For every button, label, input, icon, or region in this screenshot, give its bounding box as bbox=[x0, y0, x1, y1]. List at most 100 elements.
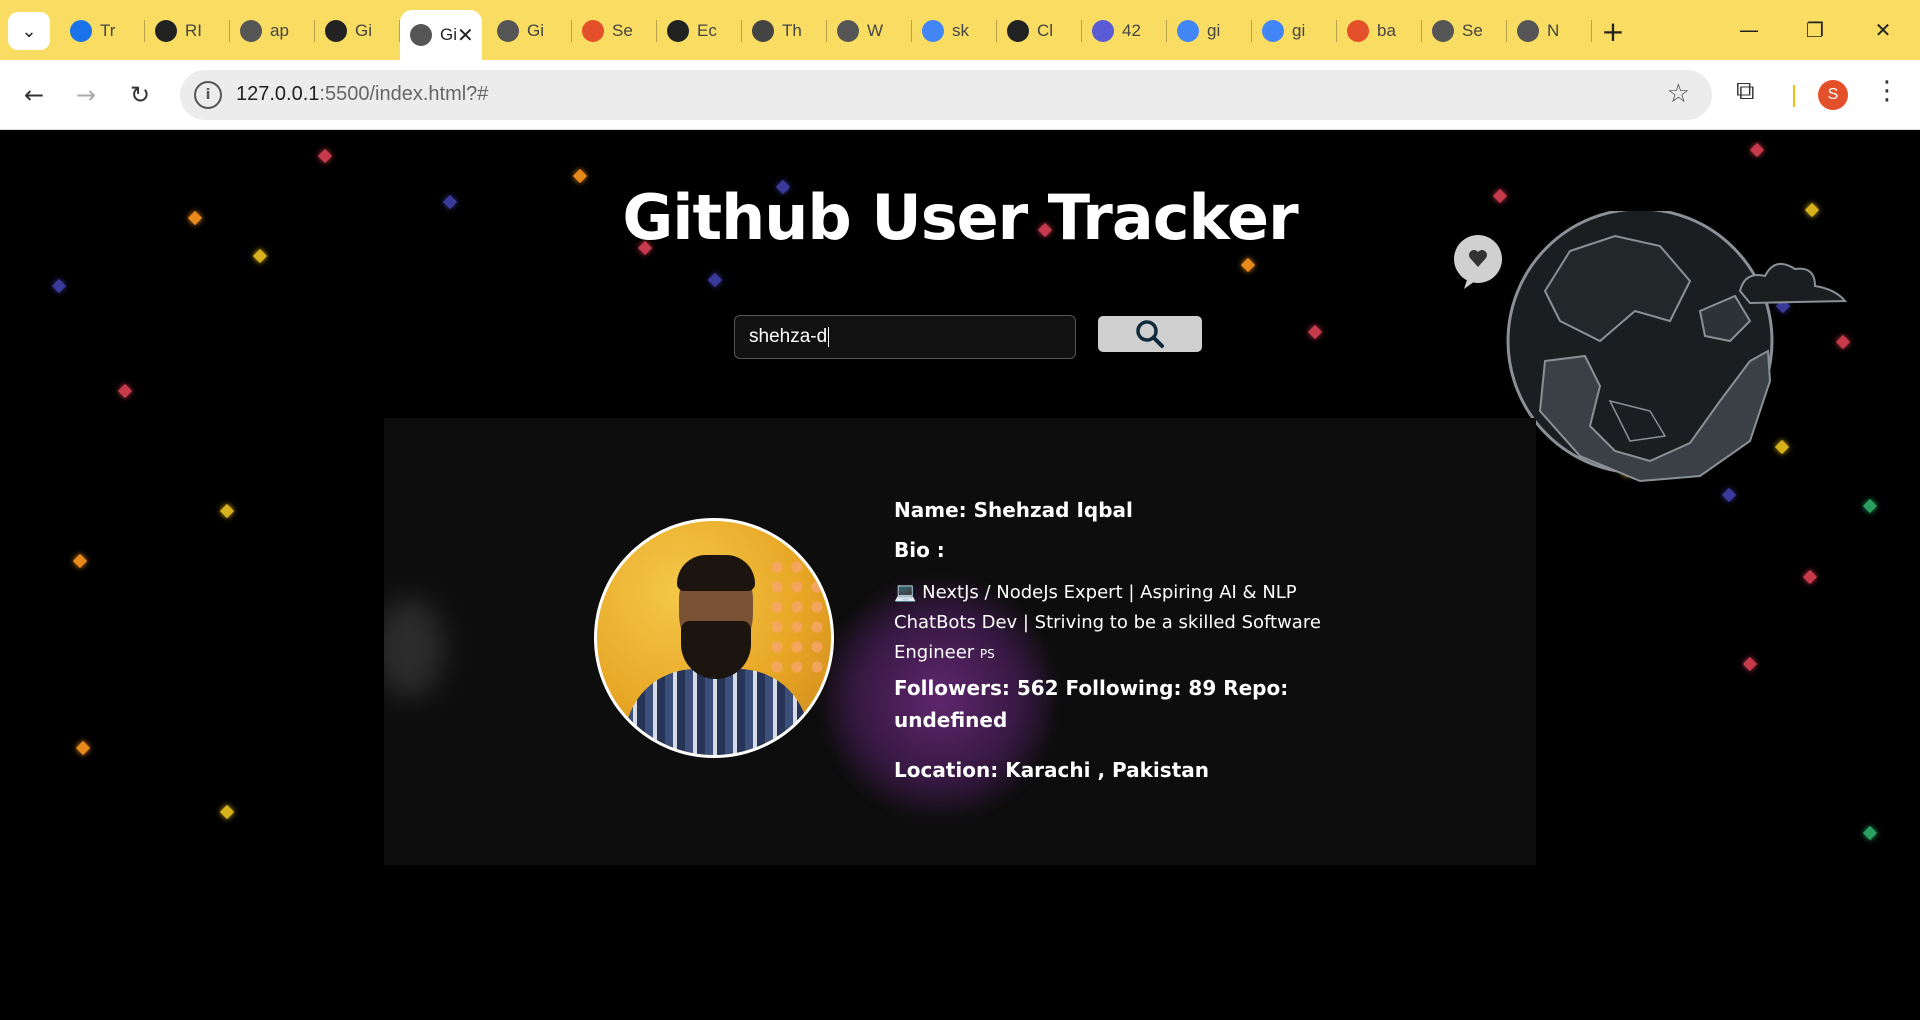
star-sparkle bbox=[317, 148, 333, 164]
tab-label: Gi bbox=[355, 21, 372, 40]
tab-label: W bbox=[867, 21, 884, 40]
tab-3[interactable]: ap bbox=[230, 12, 315, 50]
page-viewport: Github User Tracker shehza-d Name: Shehz… bbox=[0, 131, 1920, 1020]
star-sparkle bbox=[219, 804, 235, 820]
background-blur-shape bbox=[384, 598, 444, 698]
tab-search-button[interactable]: ⌄ bbox=[8, 12, 50, 50]
address-bar[interactable]: i 127.0.0.1:5500/index.html?# ☆ bbox=[180, 70, 1712, 120]
arrow-left-icon: ← bbox=[23, 81, 45, 109]
restore-button[interactable]: ❐ bbox=[1790, 12, 1840, 48]
google-icon bbox=[922, 20, 944, 42]
username-search-input[interactable]: shehza-d bbox=[734, 315, 1076, 359]
new-tab-button[interactable]: + bbox=[1596, 14, 1630, 48]
star-sparkle bbox=[1862, 498, 1878, 514]
tab-7[interactable]: Se bbox=[572, 12, 657, 50]
tab-label: Gi bbox=[440, 25, 457, 44]
tab-14[interactable]: gi bbox=[1167, 12, 1252, 50]
globe-icon bbox=[240, 20, 262, 42]
tab-strip: ⌄ Tr RI ap Gi Gi ✕ Gi Se Ec Th Wsk Cl 42 gi gi ba Se N + … bbox=[0, 0, 1920, 60]
star-sparkle bbox=[219, 503, 235, 519]
tab-15[interactable]: gi bbox=[1252, 12, 1337, 50]
tab-12[interactable]: Cl bbox=[997, 12, 1082, 50]
user-location: Location: Karachi , Pakistan bbox=[894, 758, 1209, 782]
url-text[interactable]: 127.0.0.1:5500/index.html?# bbox=[236, 83, 488, 106]
github-icon bbox=[667, 20, 689, 42]
google-icon bbox=[1262, 20, 1284, 42]
tab-label: Tr bbox=[100, 21, 116, 40]
close-window-button[interactable]: ✕ bbox=[1858, 12, 1908, 48]
globe-icon bbox=[1432, 20, 1454, 42]
arrow-right-icon: → bbox=[75, 81, 97, 109]
tab-label: ba bbox=[1377, 21, 1396, 40]
bio-text: 💻 NextJs / NodeJs Expert | Aspiring AI &… bbox=[894, 578, 1324, 669]
user-stats: Followers: 562 Following: 89 Repo: undef… bbox=[894, 676, 1289, 732]
reload-button[interactable]: ↻ bbox=[120, 75, 160, 115]
star-sparkle bbox=[1742, 656, 1758, 672]
tab-2[interactable]: RI bbox=[145, 12, 230, 50]
tab-label: Se bbox=[1462, 21, 1483, 40]
tab-9[interactable]: Th bbox=[742, 12, 827, 50]
close-icon[interactable]: ✕ bbox=[457, 23, 474, 48]
search-input-value: shehza-d bbox=[749, 326, 828, 347]
tab-13[interactable]: 42 bbox=[1082, 12, 1167, 50]
tab-16[interactable]: ba bbox=[1337, 12, 1422, 50]
star-sparkle bbox=[51, 278, 67, 294]
user-name: Name: Shehzad Iqbal bbox=[894, 498, 1133, 522]
forward-button[interactable]: → bbox=[66, 75, 106, 115]
profile-avatar[interactable]: S bbox=[1818, 80, 1848, 110]
tab-5[interactable]: Gi ✕ bbox=[400, 10, 482, 60]
tab-label: Se bbox=[612, 21, 633, 40]
plus-icon: + bbox=[1601, 14, 1625, 48]
tab-label: 42 bbox=[1122, 21, 1141, 40]
chevron-down-icon: ⌄ bbox=[21, 20, 37, 42]
profile-initial: S bbox=[1827, 86, 1839, 103]
user-profile-card: Name: Shehzad Iqbal Bio : 💻 NextJs / Nod… bbox=[384, 418, 1536, 865]
tab-1[interactable]: Tr bbox=[60, 12, 145, 50]
bookmark-star-icon[interactable]: ☆ bbox=[1667, 79, 1690, 109]
tab-10[interactable]: W bbox=[827, 12, 912, 50]
css-icon bbox=[752, 20, 774, 42]
back-button[interactable]: ← bbox=[14, 75, 54, 115]
tab-label: Cl bbox=[1037, 21, 1054, 40]
tab-6[interactable]: Gi bbox=[487, 12, 572, 50]
star-sparkle bbox=[1240, 257, 1256, 273]
tab-label: ap bbox=[270, 21, 289, 40]
extensions-puzzle-icon[interactable]: ⧉ bbox=[1736, 76, 1755, 107]
restore-icon: ❐ bbox=[1806, 18, 1824, 42]
code-icon bbox=[1092, 20, 1114, 42]
tab-4[interactable]: Gi bbox=[315, 12, 400, 50]
search-button[interactable] bbox=[1098, 316, 1202, 352]
url-host: 127.0.0.1 bbox=[236, 83, 320, 105]
tab-11[interactable]: sk bbox=[912, 12, 997, 50]
tab-label: Gi bbox=[527, 21, 544, 40]
star-sparkle bbox=[117, 383, 133, 399]
tab-17[interactable]: Se bbox=[1422, 12, 1507, 50]
tab-label: RI bbox=[185, 21, 202, 40]
globe-icon bbox=[837, 20, 859, 42]
asterisk-icon bbox=[1347, 20, 1369, 42]
kebab-menu-icon[interactable]: ⋮ bbox=[1874, 76, 1900, 106]
globe-icon bbox=[497, 20, 519, 42]
search-icon bbox=[1136, 320, 1164, 348]
close-icon: ✕ bbox=[1874, 18, 1892, 42]
site-info-icon[interactable]: i bbox=[194, 81, 222, 109]
chrome-icon bbox=[70, 20, 92, 42]
tab-18[interactable]: N bbox=[1507, 12, 1592, 50]
bio-label: Bio : bbox=[894, 538, 945, 562]
google-icon bbox=[1177, 20, 1199, 42]
tab-label: N bbox=[1547, 21, 1560, 40]
tab-label: gi bbox=[1207, 21, 1221, 40]
tab-label: Ec bbox=[697, 21, 717, 40]
openai-icon bbox=[1007, 20, 1029, 42]
text-caret bbox=[828, 327, 830, 347]
star-sparkle bbox=[1802, 569, 1818, 585]
bio-suffix: PS bbox=[979, 647, 995, 661]
tab-label: sk bbox=[952, 21, 969, 40]
star-sparkle bbox=[72, 553, 88, 569]
minimize-button[interactable]: — bbox=[1724, 12, 1774, 48]
chrome-icon bbox=[1517, 20, 1539, 42]
bio-body: 💻 NextJs / NodeJs Expert | Aspiring AI &… bbox=[894, 582, 1321, 663]
tab-8[interactable]: Ec bbox=[657, 12, 742, 50]
cloud-icon bbox=[1738, 262, 1848, 305]
reload-icon: ↻ bbox=[129, 81, 151, 109]
